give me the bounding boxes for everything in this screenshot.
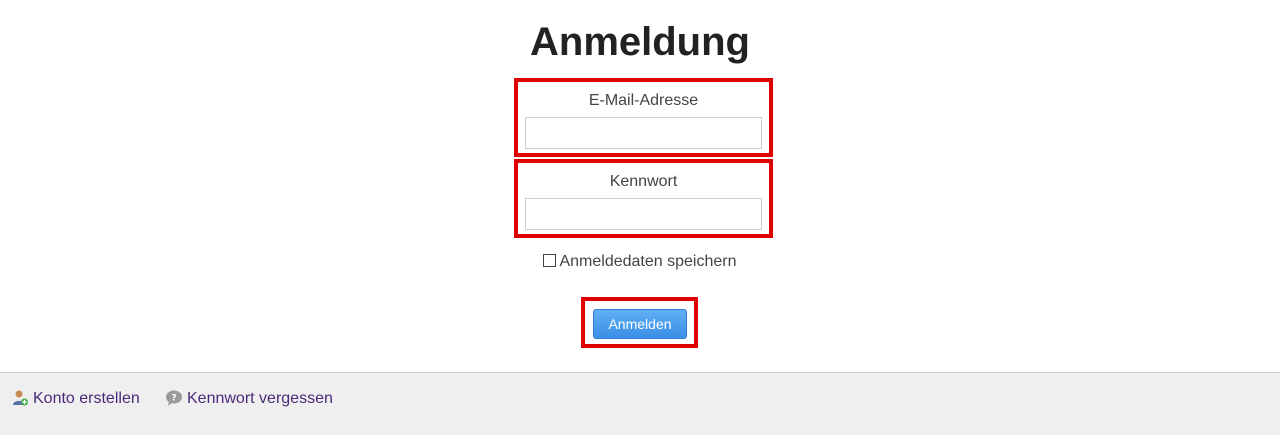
login-form-area: Anmeldung E-Mail-Adresse Kennwort Anmeld… [0,0,1280,372]
login-button[interactable]: Anmelden [593,309,687,339]
remember-me: Anmeldedaten speichern [0,253,1280,271]
login-page: Anmeldung E-Mail-Adresse Kennwort Anmeld… [0,0,1280,435]
create-account-label: Konto erstellen [33,390,140,407]
help-bubble-icon: ? [165,389,183,407]
email-label: E-Mail-Adresse [588,92,699,109]
page-title: Anmeldung [530,20,750,64]
password-input[interactable] [525,198,762,230]
user-add-icon [11,389,29,407]
remember-me-label[interactable]: Anmeldedaten speichern [559,253,736,270]
footer-bar: Konto erstellen ? Kennwort vergessen [0,372,1280,435]
submit-button-highlight: Anmelden [581,297,698,348]
forgot-password-label: Kennwort vergessen [187,390,333,407]
forgot-password-link[interactable]: ? Kennwort vergessen [165,389,333,409]
password-label: Kennwort [609,173,678,190]
create-account-link[interactable]: Konto erstellen [11,389,140,409]
email-field-group: E-Mail-Adresse [514,78,773,157]
password-field-group: Kennwort [514,159,773,238]
email-input[interactable] [525,117,762,149]
svg-text:?: ? [171,394,176,404]
remember-me-checkbox[interactable] [543,254,557,267]
